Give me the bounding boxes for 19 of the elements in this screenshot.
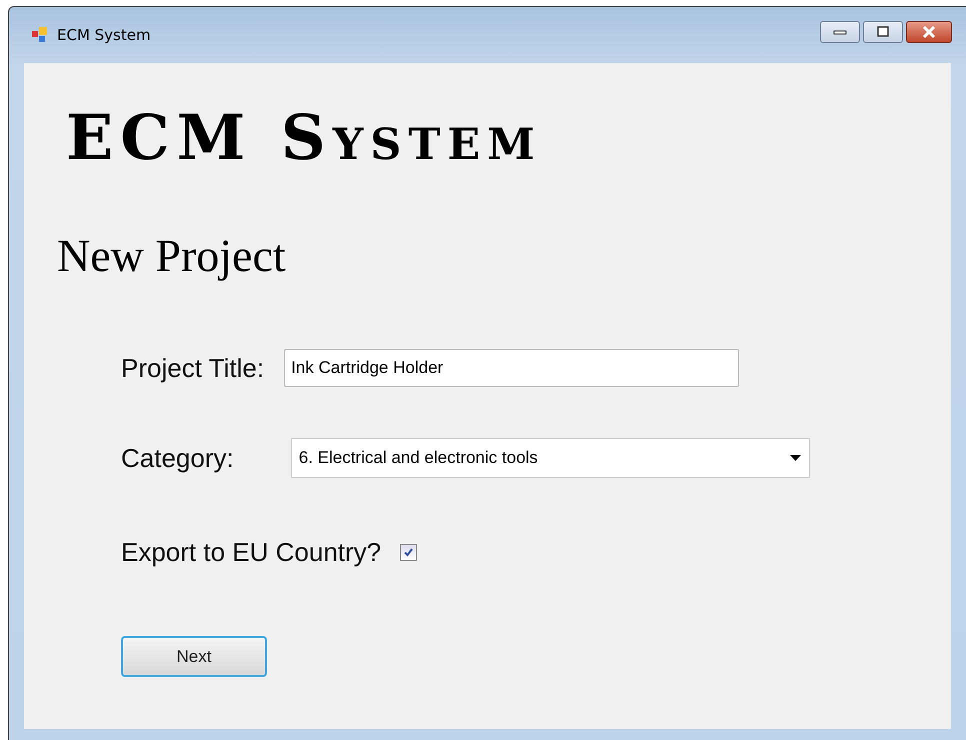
close-button[interactable] — [906, 21, 952, 43]
maximize-button[interactable] — [863, 21, 903, 43]
field-label: Project Title: — [121, 352, 264, 384]
maximize-icon — [876, 26, 890, 38]
dropdown-caret-icon — [790, 455, 801, 461]
category-dropdown[interactable]: 6. Electrical and electronic tools — [290, 438, 810, 478]
app-heading: ECM System — [66, 107, 542, 169]
minimize-button[interactable] — [820, 21, 860, 43]
close-icon — [922, 26, 936, 38]
field-label: Category: — [121, 442, 234, 474]
export-checkbox[interactable] — [400, 544, 418, 561]
page-heading: New Project — [57, 233, 286, 279]
minimize-icon — [833, 28, 847, 36]
project-title-input[interactable]: Ink Cartridge Holder — [284, 349, 740, 387]
checkbox-label: Export to EU Country? — [121, 537, 382, 568]
window-title: ECM System — [57, 26, 151, 44]
next-button[interactable]: Next — [121, 636, 267, 677]
app-icon — [31, 26, 49, 44]
checkmark-icon — [403, 547, 414, 558]
